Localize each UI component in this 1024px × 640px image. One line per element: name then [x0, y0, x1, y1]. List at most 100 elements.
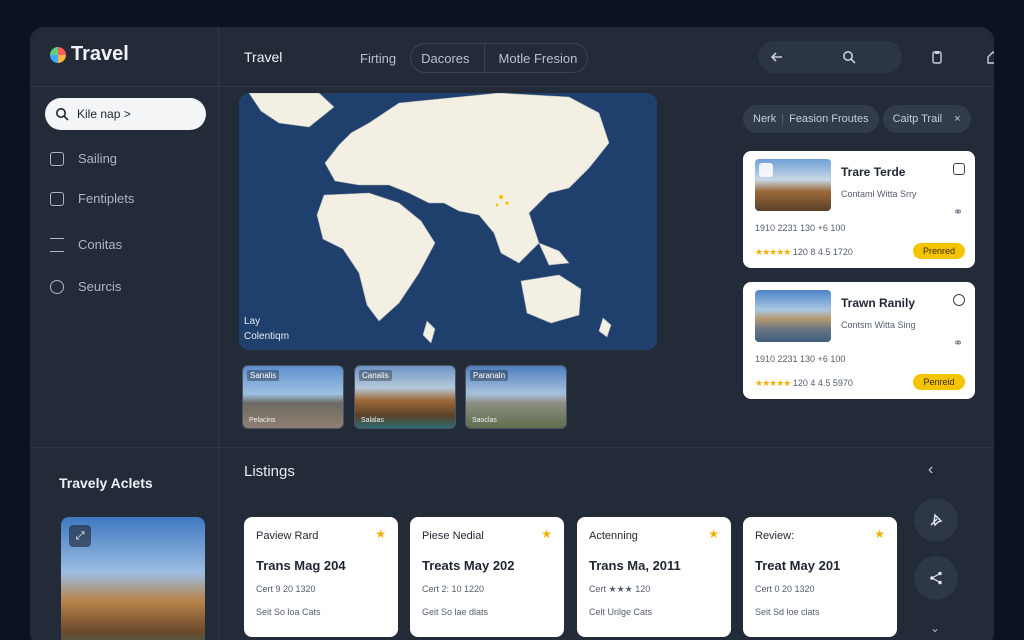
search-icon[interactable] — [838, 46, 860, 68]
expand-icon[interactable]: ⤢ — [69, 525, 91, 547]
listing-label: Piese Nedial — [422, 530, 484, 542]
nav-segment-1[interactable]: Dacores — [421, 51, 469, 66]
nav-item-first[interactable]: Firting — [360, 45, 396, 72]
filter-chip-label: Feasion Froutes — [789, 113, 869, 125]
search-icon — [50, 279, 64, 294]
listing-label: Review: — [755, 530, 795, 542]
star-icon[interactable]: ★ — [541, 527, 552, 541]
agent-photo[interactable]: ⤢ 15b — [61, 517, 205, 640]
listing-heading: Trans Mag 204 — [256, 558, 346, 573]
world-map[interactable]: Lay Colentiqm — [239, 93, 657, 350]
destination-image — [755, 290, 831, 342]
list-icon — [50, 237, 64, 252]
star-rating-icon: ★★★★★ — [755, 247, 791, 257]
section-title-listings: Listings — [244, 463, 295, 480]
card-meta: 1910 2231 130 +6 100 — [755, 354, 846, 364]
top-actions — [758, 41, 994, 73]
star-rating-icon: ★★★★★ — [755, 378, 791, 388]
back-arrow-icon[interactable] — [766, 46, 788, 68]
sidebar-divider — [218, 27, 219, 640]
document-icon — [50, 191, 64, 206]
listing-card[interactable]: Actenning ★ Trans Ma, 2011 Cert ★★★ 120 … — [577, 517, 731, 637]
thumbnail-caption: Saoclas — [472, 417, 497, 424]
listing-detail: Seit So loa Cats — [256, 607, 321, 617]
share-icon[interactable]: ⚭ — [953, 336, 963, 350]
listing-heading: Treats May 202 — [422, 558, 515, 573]
layers-icon — [50, 151, 64, 166]
destination-card[interactable]: Trawn Ranily Contsm Witta Sing ⚭ 1910 22… — [743, 282, 975, 399]
search-field[interactable]: Kile nap > — [45, 98, 206, 130]
star-icon[interactable]: ★ — [708, 527, 719, 541]
card-action-button[interactable]: Prenred — [913, 243, 965, 259]
nav-pill-group — [758, 41, 902, 73]
filter-chip-label: Caitp Trail — [892, 113, 943, 125]
search-input[interactable]: Kile nap > — [77, 107, 131, 121]
listing-card[interactable]: Paview Rard ★ Trans Mag 204 Cert 9 20 13… — [244, 517, 398, 637]
filter-chip-label: Nerk — [753, 113, 777, 125]
listing-card[interactable]: Piese Nedial ★ Treats May 202 Cert 2: 10… — [410, 517, 564, 637]
card-subtitle: Contaml Witta Srry — [841, 189, 917, 199]
filter-chip-active[interactable]: Caitp Trail × — [882, 105, 971, 133]
listing-heading: Trans Ma, 2011 — [589, 558, 681, 573]
segment-divider — [483, 43, 485, 73]
card-meta: 1910 2231 130 +6 100 — [755, 223, 846, 233]
thumbnail-tag: Sanalis — [247, 370, 280, 381]
photo-thumbnail[interactable]: Canalis Salalas — [354, 365, 456, 429]
sidebar-item-label: Sailing — [78, 151, 118, 166]
heart-icon[interactable] — [953, 294, 965, 306]
home-icon[interactable] — [982, 46, 994, 68]
star-icon[interactable]: ★ — [874, 527, 885, 541]
destination-card[interactable]: Trare Terde Contaml Witta Srry ⚭ 1910 22… — [743, 151, 975, 268]
listing-heading: Treat May 201 — [755, 558, 841, 573]
listing-detail: Geit So lae dlats — [422, 607, 489, 617]
listing-detail: Celt Urilge Cats — [589, 607, 653, 617]
thumbnail-tag: Canalis — [359, 370, 392, 381]
top-bar: Travel Travel Firting Dacores Motle Fres… — [30, 27, 994, 87]
sidebar-item-fentiplets[interactable]: Fentiplets — [50, 191, 134, 206]
card-action-button[interactable]: Penreid — [913, 374, 965, 390]
chip-separator: | — [781, 113, 785, 125]
top-nav: Firting Dacores Motle Fresion — [360, 43, 589, 73]
sidebar-item-seurcis[interactable]: Seurcis — [50, 279, 121, 294]
clipboard-icon[interactable] — [926, 46, 948, 68]
app-logo[interactable]: Travel — [50, 43, 129, 66]
listing-detail: Cert 2: 10 1220 — [422, 584, 485, 594]
listing-card[interactable]: Review: ★ Treat May 201 Cert 0 20 1320 S… — [743, 517, 897, 637]
photo-thumbnail[interactable]: Paranaln Saoclas — [465, 365, 567, 429]
card-rating: ★★★★★ 120 8 4.5 1720 — [755, 247, 853, 258]
filter-chip[interactable]: Nerk | Feasion Froutes — [743, 105, 879, 133]
sidebar-item-label: Conitas — [78, 237, 123, 252]
pin-icon[interactable] — [914, 498, 958, 542]
filter-chips: Nerk | Feasion Froutes Caitp Trail × — [743, 105, 971, 133]
sidebar-item-conitas[interactable]: Conitas — [50, 237, 122, 252]
app-window: Travel Travel Firting Dacores Motle Fres… — [30, 27, 994, 640]
legend-line-2: Colentiqm — [244, 331, 290, 342]
star-icon[interactable]: ★ — [375, 527, 386, 541]
card-title: Trare Terde — [841, 165, 906, 179]
card-title: Trawn Ranily — [841, 296, 916, 310]
image-badge-icon — [759, 163, 773, 177]
bookmark-icon[interactable] — [953, 163, 965, 175]
share-icon[interactable] — [914, 556, 958, 600]
listing-label: Actenning — [589, 530, 638, 542]
section-divider — [30, 447, 994, 448]
photo-thumbnail[interactable]: Sanalis Pelacins — [242, 365, 344, 429]
chevron-left-icon[interactable]: ‹ — [928, 461, 933, 479]
sidebar-item-sailing[interactable]: Sailing — [50, 151, 117, 166]
listing-detail: Cert 9 20 1320 — [256, 584, 316, 594]
page-title: Travel — [244, 49, 283, 65]
card-rating-text: 120 4 4.5 5970 — [792, 378, 853, 388]
section-title-agents: Travely Aclets — [59, 475, 153, 491]
search-icon — [56, 108, 69, 121]
nav-segment-2[interactable]: Motle Fresion — [499, 51, 578, 66]
sidebar-item-label: Seurcis — [78, 279, 122, 294]
sidebar-item-label: Fentiplets — [78, 191, 135, 206]
logo-text: Travel — [71, 43, 129, 65]
chevron-down-icon[interactable]: ⌄ — [930, 621, 940, 635]
share-icon[interactable]: ⚭ — [953, 205, 963, 219]
thumbnail-caption: Salalas — [361, 417, 384, 424]
close-icon[interactable]: × — [954, 113, 960, 125]
card-subtitle: Contsm Witta Sing — [841, 320, 916, 330]
listing-label: Paview Rard — [256, 530, 319, 542]
map-legend: Lay Colentiqm — [244, 314, 289, 344]
